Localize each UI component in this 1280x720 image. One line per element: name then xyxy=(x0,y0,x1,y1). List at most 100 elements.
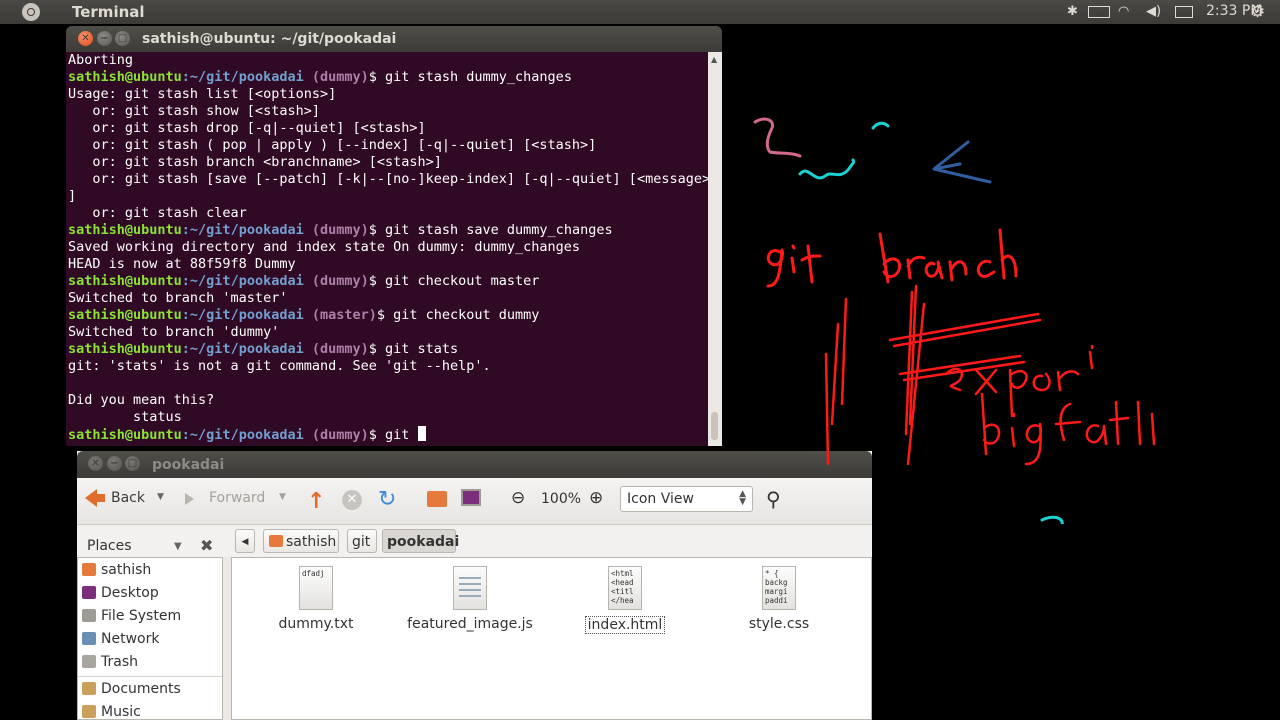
close-sidebar-icon[interactable]: ✖ xyxy=(200,536,213,555)
up-arrow-icon[interactable]: ↑ xyxy=(307,489,325,514)
close-button[interactable]: ✕ xyxy=(78,31,93,46)
sidebar-item-documents[interactable]: Documents xyxy=(82,679,181,699)
prompt-path: :~/git/pookadai xyxy=(181,427,304,443)
prompt-path: :~/git/pookadai xyxy=(181,222,304,238)
terminal-command: $ git stats xyxy=(368,341,459,357)
scrollbar-thumb[interactable] xyxy=(711,412,718,440)
prompt-path: :~/git/pookadai xyxy=(181,273,304,289)
sidebar-item-music[interactable]: Music xyxy=(82,702,141,720)
file-preview: dfadj xyxy=(302,569,325,578)
terminal-title: sathish@ubuntu: ~/git/pookadai xyxy=(142,31,397,47)
file-preview: <html <head <titl </hea xyxy=(611,569,634,605)
prompt-branch: (dummy) xyxy=(303,341,369,357)
terminal-input[interactable]: $ git xyxy=(369,427,418,443)
terminal-line: ] xyxy=(68,188,77,204)
terminal-window: ✕ − □ sathish@ubuntu: ~/git/pookadai Abo… xyxy=(66,26,722,446)
pink-squiggle xyxy=(753,117,802,158)
minimize-button[interactable]: − xyxy=(97,31,112,46)
minimize-button[interactable]: − xyxy=(107,456,122,471)
file-item[interactable]: * { backg margi paddi style.css xyxy=(714,566,844,632)
maximize-icon: □ xyxy=(117,33,128,44)
terminal-line: git: 'stats' is not a git command. See '… xyxy=(68,358,491,374)
music-folder-icon xyxy=(82,705,96,718)
breadcrumb-sathish[interactable]: sathish xyxy=(263,529,339,553)
file-item-selected[interactable]: <html <head <titl </hea index.html xyxy=(560,566,690,634)
prompt-path: :~/git/pookadai xyxy=(181,307,304,323)
file-name: dummy.txt xyxy=(278,616,354,632)
top-panel: Terminal ✱ ◠ ◀) 2:33 PM ⚙ xyxy=(0,0,1280,24)
text-line-icon xyxy=(459,595,481,597)
terminal-titlebar[interactable]: ✕ − □ sathish@ubuntu: ~/git/pookadai xyxy=(66,26,722,52)
prompt-path: :~/git/pookadai xyxy=(181,69,304,85)
maximize-icon: □ xyxy=(127,458,138,469)
sidebar-item-label: Trash xyxy=(101,654,138,670)
prompt-user: sathish@ubuntu xyxy=(68,341,182,357)
cyan-squiggle xyxy=(798,158,856,180)
breadcrumb-label: git xyxy=(352,534,371,550)
home-icon[interactable] xyxy=(427,491,447,507)
terminal-line: Saved working directory and index state … xyxy=(68,239,581,255)
stop-icon[interactable]: ✕ xyxy=(342,490,362,510)
sidebar-item-trash[interactable]: Trash xyxy=(82,652,138,672)
close-button[interactable]: ✕ xyxy=(88,456,103,471)
forward-history-icon: ▼ xyxy=(279,492,286,502)
terminal-output[interactable]: Aborting sathish@ubuntu:~/git/pookadai (… xyxy=(66,52,708,446)
battery-icon[interactable] xyxy=(1088,6,1110,18)
wifi-icon[interactable]: ◠ xyxy=(1118,4,1129,20)
prompt-user: sathish@ubuntu xyxy=(68,427,182,443)
ubuntu-logo-icon[interactable] xyxy=(22,3,40,21)
computer-icon[interactable] xyxy=(461,489,481,506)
sidebar-item-file-system[interactable]: File System xyxy=(82,606,181,626)
app-name: Terminal xyxy=(72,3,145,21)
breadcrumb-pookadai[interactable]: pookadai xyxy=(382,529,459,553)
terminal-line: Aborting xyxy=(68,52,134,68)
terminal-line: or: git stash branch <branchname> [<stas… xyxy=(68,154,442,170)
volume-icon[interactable]: ◀) xyxy=(1146,4,1161,20)
zoom-in-icon[interactable]: ⊕ xyxy=(589,488,603,508)
terminal-command: $ git checkout dummy xyxy=(376,307,540,323)
places-sidebar: sathish Desktop File System Network Tras… xyxy=(77,557,223,720)
scroll-up-icon[interactable]: ▲ xyxy=(711,55,717,64)
prompt-user: sathish@ubuntu xyxy=(68,222,182,238)
sidebar-item-label: File System xyxy=(101,608,182,624)
zoom-level[interactable]: 100% xyxy=(541,491,581,507)
sidebar-item-label: sathish xyxy=(101,562,152,578)
places-label[interactable]: Places xyxy=(87,538,132,554)
terminal-command: $ git stash dummy_changes xyxy=(368,69,572,85)
sidebar-item-label: Music xyxy=(101,704,141,720)
back-button[interactable]: Back ▼ xyxy=(77,478,173,524)
breadcrumb-left-button[interactable]: ◀ xyxy=(235,529,255,553)
trash-icon xyxy=(82,655,96,668)
reload-icon[interactable]: ↻ xyxy=(378,487,396,512)
back-history-icon[interactable]: ▼ xyxy=(157,492,164,502)
sidebar-item-network[interactable]: Network xyxy=(82,629,159,649)
text-file-icon: dfadj xyxy=(299,566,333,610)
prompt-branch: (dummy) xyxy=(303,222,369,238)
bluetooth-icon[interactable]: ✱ xyxy=(1067,4,1078,20)
zoom-out-icon[interactable]: ⊖ xyxy=(511,488,525,508)
chevron-down-icon[interactable]: ▼ xyxy=(174,541,182,552)
view-select-value: Icon View xyxy=(627,491,694,507)
file-view[interactable]: dfadj dummy.txt featured_image.js <html … xyxy=(231,557,872,720)
prompt-path: :~/git/pookadai xyxy=(181,341,304,357)
sidebar-item-sathish[interactable]: sathish xyxy=(82,560,151,580)
file-item[interactable]: featured_image.js xyxy=(405,566,535,632)
breadcrumb-git[interactable]: git xyxy=(347,529,377,553)
text-cursor xyxy=(417,426,426,441)
file-name: style.css xyxy=(748,616,810,632)
sidebar-scrollbar[interactable] xyxy=(223,557,231,720)
forward-button[interactable]: Forward ▼ xyxy=(177,478,291,524)
terminal-command: $ git stash save dummy_changes xyxy=(368,222,613,238)
sidebar-item-desktop[interactable]: Desktop xyxy=(82,583,159,603)
file-name: index.html xyxy=(584,616,666,634)
back-label: Back xyxy=(111,490,145,506)
maximize-button[interactable]: □ xyxy=(125,456,140,471)
minimize-icon: − xyxy=(100,33,109,44)
close-icon: ✕ xyxy=(91,458,100,469)
gear-icon[interactable]: ⚙ xyxy=(1250,2,1265,22)
terminal-line: Usage: git stash list [<options>] xyxy=(68,86,337,102)
mail-icon[interactable] xyxy=(1175,6,1193,18)
cyan-squiggle-bottom xyxy=(1040,515,1064,524)
file-item[interactable]: dfadj dummy.txt xyxy=(251,566,381,632)
maximize-button[interactable]: □ xyxy=(115,31,130,46)
